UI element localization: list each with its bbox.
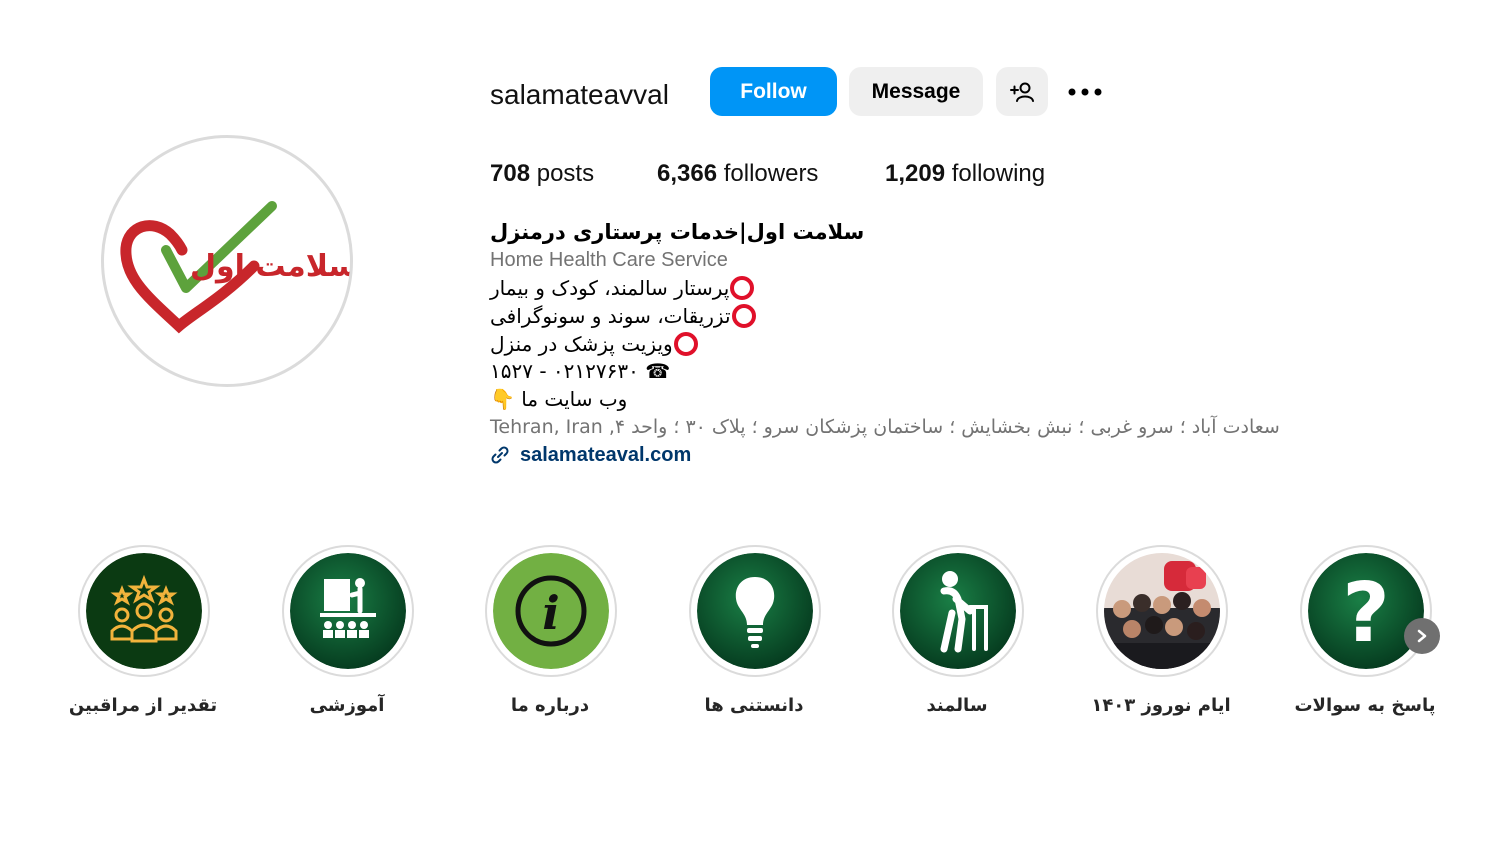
highlight-knowledge[interactable] — [689, 545, 821, 677]
bio-line-3-text: ویزیت پزشک در منزل — [490, 332, 673, 356]
bio-line-2-text: تزریقات، سوند و سونوگرافی — [490, 304, 731, 328]
highlight-appreciation[interactable] — [78, 545, 210, 677]
highlight-label: سالمند — [926, 695, 988, 716]
bio-line-1-text: پرستار سالمند، کودک و بیمار — [490, 276, 730, 300]
suggested-accounts-button[interactable] — [996, 67, 1048, 116]
followers-count: 6,366 — [657, 160, 718, 187]
highlight-label: درباره ما — [510, 695, 590, 716]
follow-button[interactable]: Follow — [710, 67, 837, 116]
chevron-right-icon — [1417, 629, 1427, 643]
highlight-elderly[interactable] — [892, 545, 1024, 677]
question-mark-icon: ? — [1308, 553, 1424, 669]
presentation-icon — [290, 553, 406, 669]
highlight-faq[interactable]: ? — [1300, 545, 1432, 677]
bio-line-2: تزریقات، سوند و سونوگرافی — [490, 303, 756, 330]
more-options-button[interactable] — [1062, 72, 1108, 112]
lightbulb-icon — [697, 553, 813, 669]
highlights-next-button[interactable] — [1404, 618, 1440, 654]
following-count: 1,209 — [885, 160, 946, 187]
logo-heart-check-icon: سلامت اول — [120, 201, 350, 334]
bio-display-name: سلامت اول|خدمات پرستاری درمنزل — [490, 220, 865, 244]
star-team-icon — [86, 553, 202, 669]
profile-avatar[interactable]: سلامت اول — [101, 135, 353, 387]
profile-username: salamateavval — [490, 79, 669, 110]
highlight-label: آموزشی — [309, 695, 385, 716]
bio-link-text: salamateaval.com — [520, 444, 692, 466]
add-person-icon — [1010, 82, 1034, 102]
link-icon — [491, 446, 509, 464]
bio-external-link[interactable]: salamateaval.com — [490, 442, 691, 468]
highlight-label: پاسخ به سوالات — [1294, 695, 1436, 716]
red-circle-icon — [730, 276, 755, 300]
red-circle-icon — [731, 304, 756, 328]
bio-address[interactable]: سعادت آباد ؛ سرو غربی ؛ نبش بخشایش ؛ ساخ… — [490, 414, 1280, 441]
svg-text:?: ? — [1342, 566, 1390, 661]
posts-label: posts — [536, 160, 595, 187]
highlight-label: ایام نوروز ۱۴۰۳ — [1091, 695, 1231, 716]
bio-category: Home Health Care Service — [490, 249, 728, 271]
highlight-educational[interactable] — [282, 545, 414, 677]
posts-stat: 708 posts — [490, 159, 594, 189]
posts-count: 708 — [490, 160, 531, 187]
highlight-label: دانستنی ها — [704, 695, 804, 716]
bio-line-3: ویزیت پزشک در منزل — [490, 331, 698, 358]
svg-text:i: i — [542, 586, 559, 640]
highlight-label: تقدیر از مراقبین — [68, 695, 218, 716]
group-photo — [1104, 553, 1220, 669]
info-icon: i — [493, 553, 609, 669]
highlight-nowruz[interactable] — [1096, 545, 1228, 677]
avatar-logo-text: سلامت اول — [190, 249, 350, 284]
bio-line-1: پرستار سالمند، کودک و بیمار — [490, 275, 755, 302]
highlight-about-us[interactable]: i — [485, 545, 617, 677]
bio-website-line: وب سایت ما 👇 — [490, 387, 628, 411]
profile-page: سلامت اول salamateavval Follow Message 7… — [0, 0, 1500, 844]
more-dots-icon — [1068, 88, 1102, 96]
red-circle-icon — [673, 332, 698, 356]
following-label: following — [951, 160, 1046, 187]
following-stat[interactable]: 1,209 following — [885, 159, 1045, 189]
followers-label: followers — [723, 160, 819, 187]
message-button[interactable]: Message — [849, 67, 983, 116]
bio-phone: ☎ ۰۲۱۲۷۶۳۰ - ۱۵۲۷ — [490, 359, 671, 383]
followers-stat[interactable]: 6,366 followers — [657, 159, 818, 189]
elderly-walker-icon — [900, 553, 1016, 669]
